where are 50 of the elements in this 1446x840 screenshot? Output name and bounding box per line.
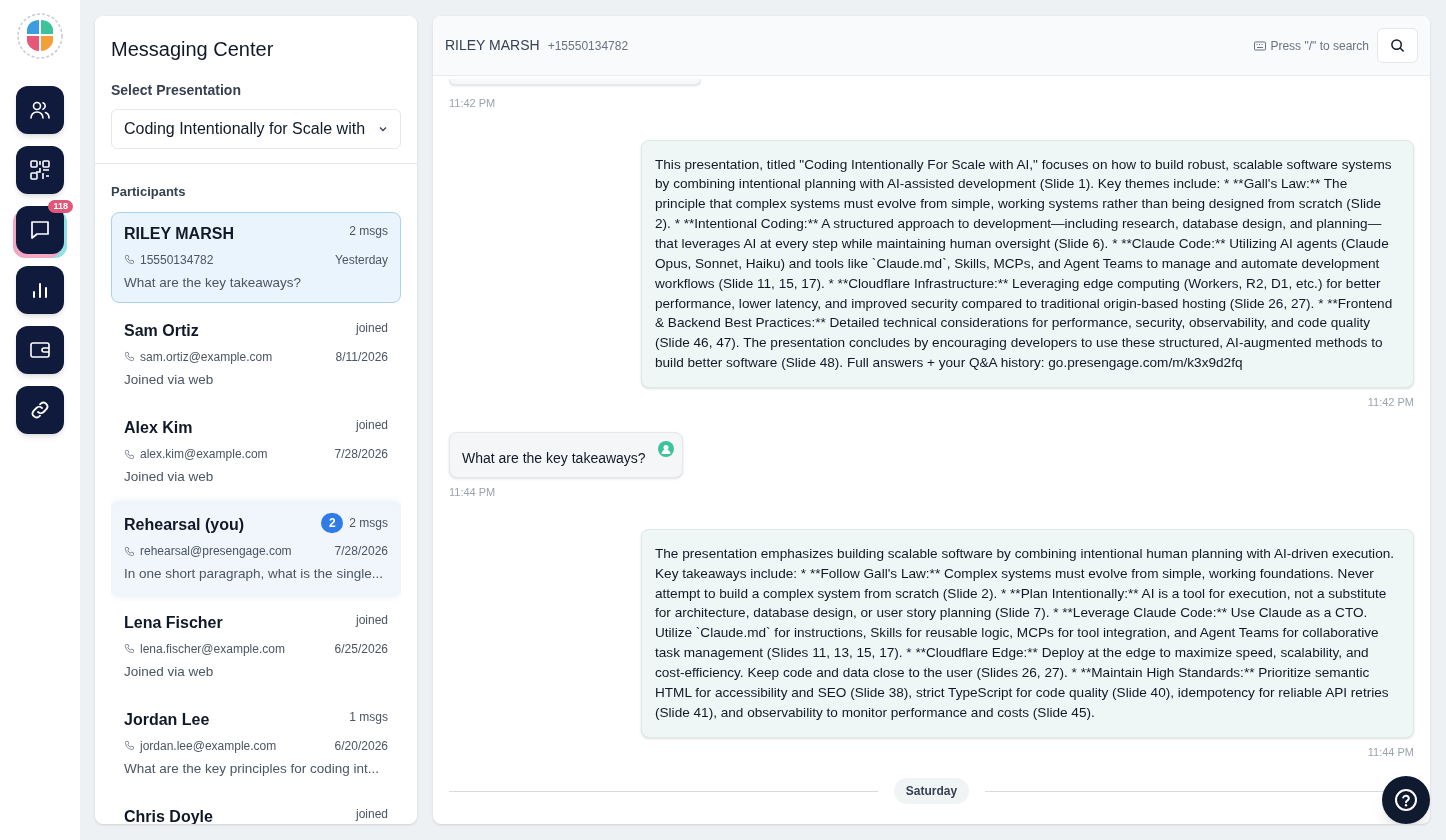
participant-status: 2 msgs <box>349 515 388 533</box>
message-preview: What are the key takeaways? <box>124 273 303 292</box>
message-preview: Joined via web <box>124 370 215 389</box>
panel-title: Messaging Center <box>111 37 275 62</box>
message-time: 11:44 PM <box>449 485 496 501</box>
participant-time: 6/25/2026 <box>334 640 388 658</box>
unread-badge: 2 <box>321 513 344 534</box>
participant-time: 8/11/2026 <box>335 348 388 366</box>
message-bubble: This presentation, titled "Coding Intentionally For Scale with AI," focuses on how to build robust, scalable software systems by combining intentional planning with AI-assisted development (Slide 1). Key themes include: * **Gall's Law:** The principle that complex systems must evolve from simple, working systems rather than being designed from scratch (Slide 2). * **Intentional Coding:** A structured approach to development—including research, database design, and planning—that leverages AI at every step while maintaining human oversight (Slide 6). * **Claude Code:** Utilizing AI agents (Claude Opus, Sonnet, Haiku) and tools like `Claude.md`, Skills, MCPs, and Agent Teams to manage and automate development workflows (Slide 11, 15, 17). * **Cloudflare Infrastructure:** Leveraging edge computing (Workers, R2, D1, etc.) for better performance, lower latency, and improved security compared to traditional origin-based hosting (Slide 26, 27). * **Frontend & Backend Best Practices:** Detailed technical considerations for performance, security, observability, and code quality (Slide 46, 47). The presentation concludes by encouraging developers to use these structured, AI-augmented methods to build better software (Slide 48). Full answers + your Q&A history: go.presengage.com/m/k3x9d2fq <box>641 139 1414 388</box>
participant-name: RILEY MARSH <box>124 223 234 244</box>
participant-item[interactable]: Rehearsal (you) 2 2 msgs rehearsal@presengage.com 7/28/2026 In one short paragraph, what is the single... <box>111 503 401 595</box>
participant-status: joined <box>355 806 388 823</box>
participant-contact: jordan.lee@example.com <box>140 737 277 755</box>
date-divider-label: Saturday <box>893 778 970 804</box>
participant-contact: lena.fischer@example.com <box>140 640 285 658</box>
participant-status: joined <box>355 611 388 629</box>
participant-name: Lena Fischer <box>124 612 223 633</box>
message-bubble: The presentation emphasizes building scalable software by combining intentional human planning with AI-driven execution. Key takeaways include: * **Follow Gall's Law:** Complex systems must evolve from simple, working foundations. Never attempt to build a complex system from scratch (Slide 2). * **Plan Intentionally:** AI is a tool for execution, not a substitute for architecture, database design, or user story planning (Slide 7). * **Leverage Claude Code:** Use Claude as a CTO. Utilize `Claude.md` for instructions, Skills for reusable logic, MCPs for tool integration, and Agent Teams for collaborative task management (Slides 11, 13, 15, 17). * **Cloudflare Edge:** Deploy at the edge to maximize speed, scalability, and cost-efficiency. Keep code and data close to the user (Slides 26, 27). * **Maintain High Standards:** Prioritize semantic HTML for accessibility and SEO (Slide 38), strict TypeScript for code quality (Slide 40), idempotency for reliable API retries (Slide 41), and observability to monitor performance and costs (Slide 45). <box>641 528 1414 738</box>
select-label: Select Presentation <box>111 81 242 100</box>
participant-time: Yesterday <box>335 251 388 269</box>
message-time: 11:42 PM <box>449 96 496 112</box>
participant-name: Sam Ortiz <box>124 320 199 341</box>
notification-badge: 118 <box>48 200 73 213</box>
message-time: 11:42 PM <box>1367 394 1414 410</box>
contact-phone: +15550134782 <box>547 37 629 55</box>
participant-time: 6/20/2026 <box>334 737 388 755</box>
participant-time: 7/28/2026 <box>334 446 388 463</box>
participant-status: joined <box>355 417 388 434</box>
participant-name: Rehearsal (you) <box>124 515 245 536</box>
participant-status: 1 msgs <box>349 708 388 726</box>
message-preview: Joined via web <box>124 468 215 486</box>
message-text: What are the key takeaways? <box>462 449 646 469</box>
message-time: 11:44 PM <box>1367 744 1414 760</box>
message-preview: What are the key principles for coding int... <box>124 759 381 778</box>
participant-time: 7/28/2026 <box>334 543 388 561</box>
participant-contact: sam.ortiz@example.com <box>140 348 273 366</box>
participant-contact: alex.kim@example.com <box>140 446 268 463</box>
participant-contact: rehearsal@presengage.com <box>140 543 292 561</box>
message-preview: In one short paragraph, what is the single... <box>124 565 384 584</box>
participant-contact: 15550134782 <box>140 251 214 269</box>
search-hint: Press "/" to search <box>1270 37 1369 55</box>
contact-name: RILEY MARSH <box>445 36 540 55</box>
participant-item[interactable]: RILEY MARSH 2 msgs 15550134782 Yesterday What are the key takeaways? <box>111 211 401 303</box>
participant-status: joined <box>355 319 388 337</box>
message-preview: Joined via web <box>124 662 215 681</box>
participant-name: Jordan Lee <box>124 709 210 730</box>
presentation-select[interactable]: Coding Intentionally for Scale with <box>111 109 401 149</box>
participant-status: 2 msgs <box>349 222 388 240</box>
section-label: Participants <box>111 183 187 201</box>
participant-name: Alex Kim <box>124 418 193 438</box>
